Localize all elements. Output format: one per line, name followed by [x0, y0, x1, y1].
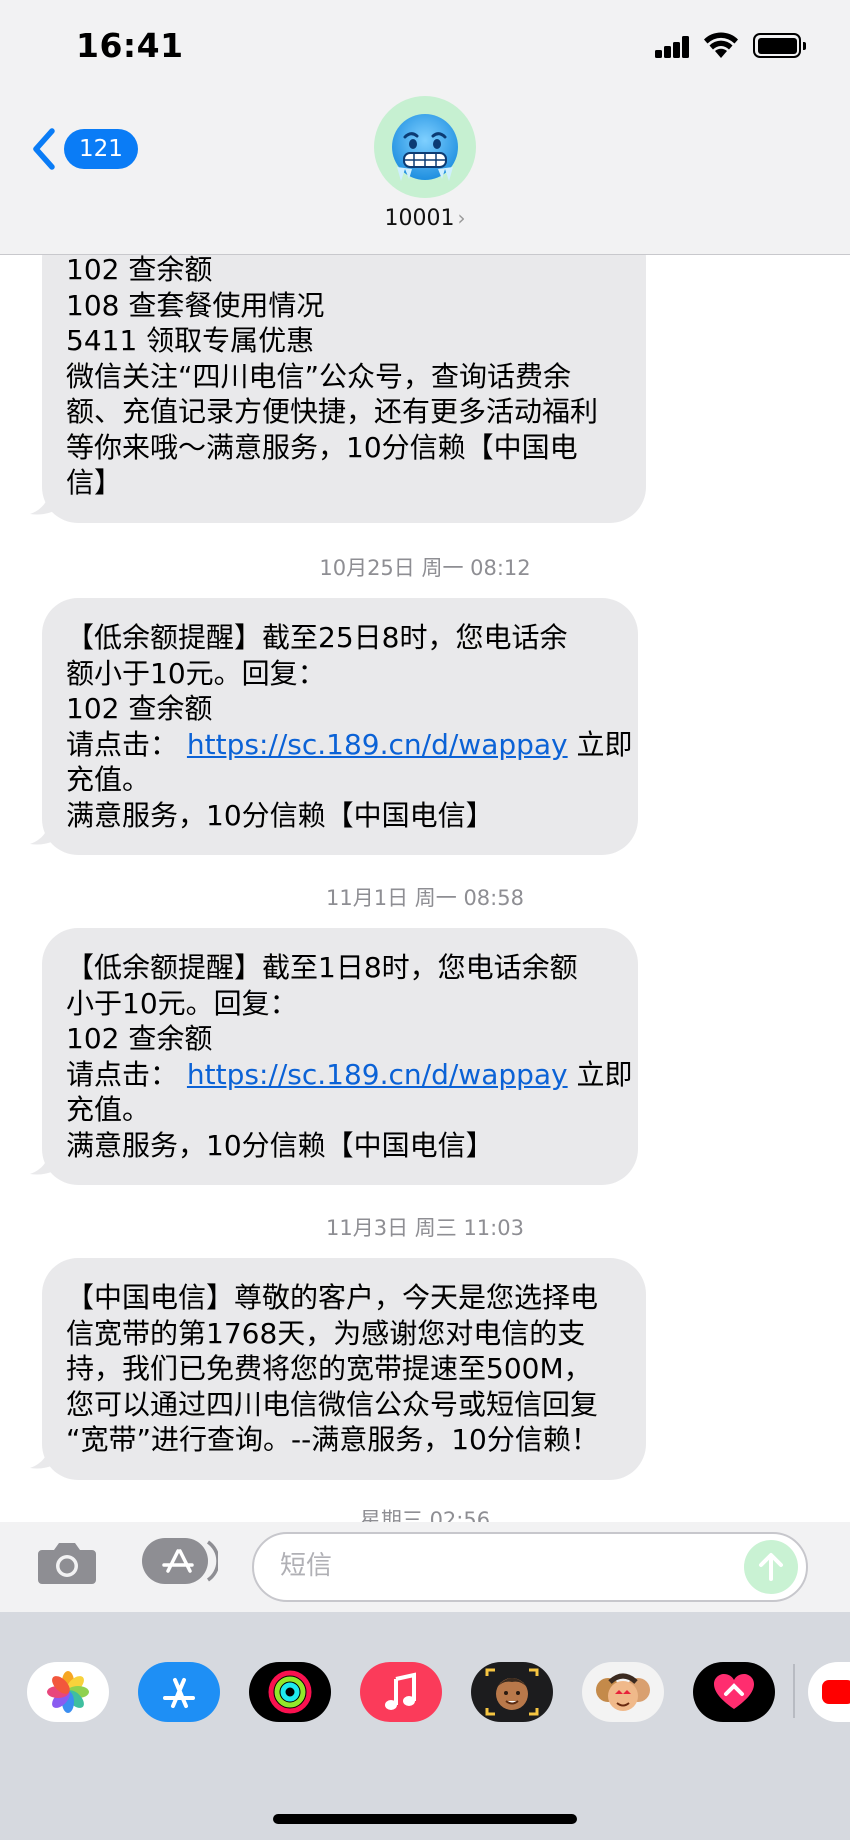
timestamp: 11月1日 周一 08:58	[326, 886, 524, 910]
chevron-left-icon	[33, 128, 55, 170]
message-link[interactable]: https://sc.189.cn/d/wappay	[187, 728, 568, 761]
message-line: 5411 领取专属优惠	[66, 324, 315, 357]
timestamp: 星期三 02:56	[359, 1508, 491, 1522]
message-line: 持，我们已免费将您的宽带提速至500M，	[66, 1352, 592, 1385]
message-field[interactable]	[252, 1532, 808, 1602]
message-line: 等你来哦～满意服务，10分信赖【中国电	[66, 430, 578, 464]
message-line: 小于10元。回复：	[66, 986, 298, 1020]
contact-avatar[interactable]	[374, 96, 476, 198]
message-line: 满意服务，10分信赖【中国电信】	[66, 1128, 494, 1162]
animoji-icon[interactable]	[582, 1662, 664, 1722]
message-line: 额、充值记录方便快捷，还有更多活动福利	[66, 395, 599, 428]
battery-icon	[753, 33, 806, 58]
message-line: 102 查余额	[66, 1022, 213, 1055]
bubble-tail	[30, 816, 64, 845]
memoji-icon[interactable]	[471, 1662, 553, 1722]
app-store-icon[interactable]	[138, 1662, 220, 1722]
conversation-header: 16:41 121 10001 ›	[0, 0, 850, 255]
status-time: 16:41	[76, 26, 184, 65]
message-bubble[interactable]: 【低余额提醒】截至25日8时，您电话余 额小于10元。回复： 102 查余额 请…	[42, 598, 638, 855]
message-line: 您可以通过四川电信微信公众号或短信回复	[66, 1387, 599, 1421]
photos-icon[interactable]	[27, 1662, 109, 1722]
send-button[interactable]	[744, 1540, 798, 1594]
message-line: 信宽带的第1768天，为感谢您对电信的支	[66, 1316, 586, 1350]
message-link-line: 请点击： https://sc.189.cn/d/wappay 立即	[66, 1057, 633, 1093]
message-link-line: 请点击： https://sc.189.cn/d/wappay 立即	[66, 727, 633, 763]
activity-icon[interactable]	[249, 1662, 331, 1722]
message-line: 108 查套餐使用情况	[66, 288, 325, 322]
message-line: 充值。	[66, 763, 151, 796]
timestamp: 10月25日 周一 08:12	[319, 556, 531, 580]
app-store-apps-icon[interactable]	[142, 1538, 218, 1584]
message-bubble[interactable]: 【低余额提醒】截至1日8时，您电话余额 小于10元。回复： 102 查余额 请点…	[42, 928, 638, 1185]
message-line: 微信关注“四川电信”公众号，查询话费余	[66, 359, 572, 393]
message-text: 立即	[567, 1057, 633, 1091]
message-line: 【低余额提醒】截至1日8时，您电话余额	[66, 951, 578, 984]
youtube-icon[interactable]	[808, 1662, 850, 1722]
timestamp: 11月3日 周三 11:03	[326, 1216, 524, 1240]
message-line: 满意服务，10分信赖【中国电信】	[66, 798, 494, 832]
contact-name[interactable]: 10001 ›	[0, 206, 850, 231]
bubble-tail	[30, 486, 64, 515]
unread-count-badge: 121	[64, 129, 138, 169]
camera-icon[interactable]	[36, 1538, 98, 1586]
message-line: 【中国电信】尊敬的客户，今天是您选择电	[66, 1281, 599, 1314]
bubble-tail	[30, 1146, 64, 1175]
message-bubble[interactable]: 102 查余额 108 查套餐使用情况 5411 领取专属优惠 微信关注“四川电…	[42, 222, 646, 523]
back-button[interactable]: 121	[30, 126, 138, 172]
chevron-right-icon: ›	[457, 206, 466, 230]
message-line: 102 查余额	[66, 253, 213, 286]
input-bar	[0, 1522, 850, 1612]
message-line: “宽带”进行查询。--满意服务，10分信赖！	[66, 1423, 599, 1456]
imessage-app-drawer	[0, 1612, 850, 1840]
home-indicator[interactable]	[273, 1814, 577, 1824]
contact-name-text: 10001	[384, 206, 455, 231]
message-line: 充值。	[66, 1093, 151, 1126]
music-icon[interactable]	[360, 1662, 442, 1722]
bubble-tail	[30, 1440, 64, 1469]
arrow-up-icon	[759, 1553, 783, 1581]
message-line: 额小于10元。回复：	[66, 656, 326, 690]
message-input[interactable]	[280, 1551, 730, 1581]
wifi-icon	[704, 32, 738, 58]
cellular-signal-icon	[655, 36, 691, 58]
message-line: 102 查余额	[66, 692, 213, 725]
message-text: 立即	[567, 727, 633, 761]
message-text: 请点击：	[66, 1057, 179, 1091]
message-line: 【低余额提醒】截至25日8时，您电话余	[66, 621, 568, 654]
digital-touch-icon[interactable]	[693, 1662, 775, 1722]
message-text: 请点击：	[66, 727, 179, 761]
message-bubble[interactable]: 【中国电信】尊敬的客户，今天是您选择电 信宽带的第1768天，为感谢您对电信的支…	[42, 1258, 646, 1480]
message-line: 信】	[66, 466, 123, 499]
drawer-divider	[793, 1664, 795, 1718]
cold-face-emoji-icon	[392, 114, 458, 181]
message-link[interactable]: https://sc.189.cn/d/wappay	[187, 1058, 568, 1091]
